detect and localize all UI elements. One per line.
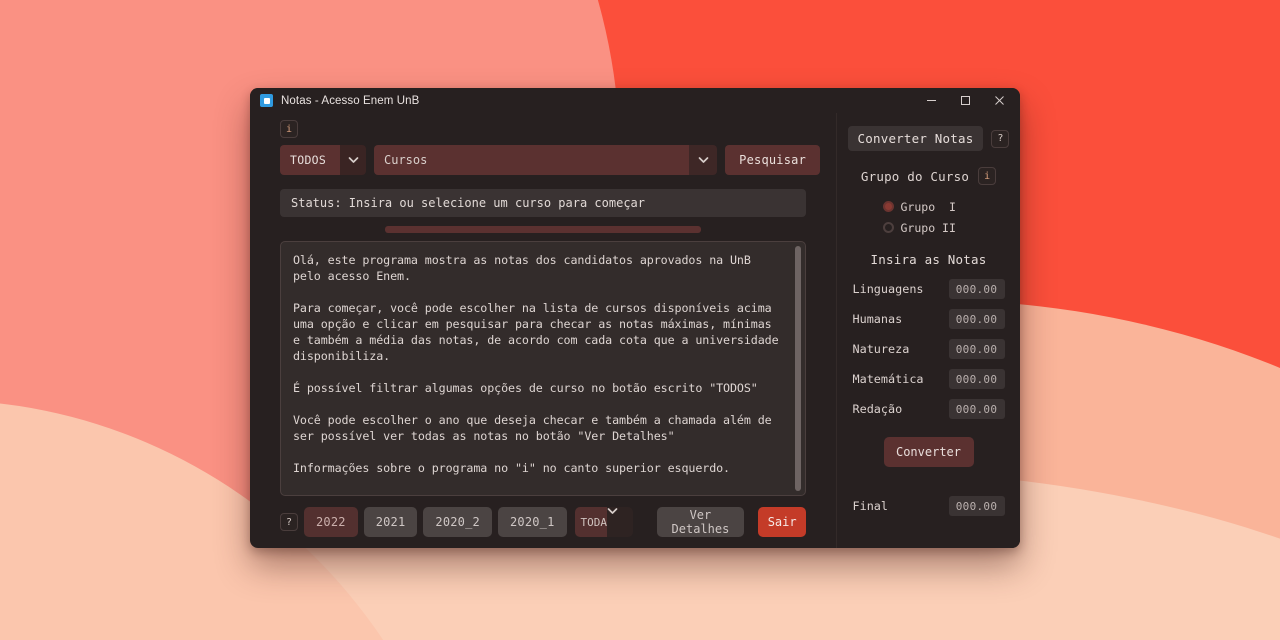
year-button-2021[interactable]: 2021: [363, 507, 418, 537]
info-icon-button[interactable]: i: [280, 120, 298, 138]
window-title: Notas - Acesso Enem UnB: [281, 94, 420, 107]
convert-notes-title: Converter Notas: [847, 126, 984, 151]
note-row-linguagens: Linguagens 000.00: [853, 279, 1005, 299]
note-input-redacao[interactable]: 000.00: [948, 399, 1005, 419]
note-row-final: Final 000.00: [853, 496, 1005, 516]
search-button[interactable]: Pesquisar: [725, 145, 820, 175]
convert-header: Converter Notas ?: [847, 126, 1010, 151]
app-window-icon: [260, 94, 273, 107]
radio-selected-icon: [882, 201, 894, 212]
note-output-final: 000.00: [948, 496, 1005, 516]
radio-grupo-1[interactable]: Grupo I: [882, 196, 989, 217]
note-label-linguagens: Linguagens: [852, 282, 924, 296]
content-text: Olá, este programa mostra as notas dos c…: [293, 253, 779, 475]
note-row-natureza: Natureza 000.00: [853, 339, 1005, 359]
close-icon[interactable]: [982, 88, 1016, 113]
maximize-icon[interactable]: [948, 88, 982, 113]
grupo-header: Grupo do Curso i: [860, 167, 997, 185]
note-label-final: Final: [852, 499, 889, 513]
note-input-humanas[interactable]: 000.00: [948, 309, 1005, 329]
year-button-2022[interactable]: 2022: [304, 507, 358, 537]
window-controls: [914, 88, 1020, 113]
insira-notas-title: Insira as Notas: [870, 252, 987, 267]
course-dropdown[interactable]: Cursos: [374, 145, 718, 175]
title-bar[interactable]: Notas - Acesso Enem UnB: [250, 88, 1020, 113]
converter-button[interactable]: Converter: [883, 437, 974, 467]
radio-grupo-1-label: Grupo I: [900, 199, 956, 214]
chevron-down-icon: [606, 507, 633, 537]
year-button-2020-2[interactable]: 2020_2: [423, 507, 492, 537]
chamada-dropdown-value: TODA: [574, 507, 607, 537]
chevron-down-icon: [689, 145, 718, 175]
sidebar-panel: Converter Notas ? Grupo do Curso i Grupo…: [836, 113, 1020, 548]
filter-dropdown-value: TODOS: [280, 145, 340, 175]
info-row: i: [266, 113, 820, 145]
year-button-2020-1[interactable]: 2020_1: [497, 507, 567, 537]
note-input-matematica[interactable]: 000.00: [948, 369, 1005, 389]
bottom-toolbar: ? 2022 2021 2020_2 2020_1 TODA Ver Detal…: [266, 496, 820, 548]
note-row-matematica: Matemática 000.00: [853, 369, 1005, 389]
progress-bar-wrap: [266, 217, 820, 241]
content-text-area[interactable]: Olá, este programa mostra as notas dos c…: [280, 241, 806, 496]
convert-help-icon-button[interactable]: ?: [991, 129, 1010, 148]
exit-button[interactable]: Sair: [758, 507, 806, 537]
chevron-down-icon: [340, 145, 366, 175]
radio-grupo-2-label: Grupo II: [900, 220, 956, 235]
radio-grupo-2[interactable]: Grupo II: [882, 217, 989, 238]
minimize-icon[interactable]: [914, 88, 948, 113]
search-row: TODOS Cursos Pesquisar: [266, 145, 820, 175]
radio-unselected-icon: [882, 222, 894, 233]
note-input-natureza[interactable]: 000.00: [948, 339, 1005, 359]
note-row-redacao: Redação 000.00: [853, 399, 1005, 419]
status-bar: Status: Insira ou selecione um curso par…: [280, 189, 806, 217]
chamada-dropdown[interactable]: TODA: [574, 507, 633, 537]
note-row-humanas: Humanas 000.00: [853, 309, 1005, 329]
window-body: i TODOS Cursos Pesquisar Status: Insira …: [250, 113, 1020, 548]
note-label-humanas: Humanas: [852, 312, 903, 326]
note-label-natureza: Natureza: [852, 342, 910, 356]
course-dropdown-value[interactable]: Cursos: [374, 145, 690, 175]
desktop-wallpaper: Notas - Acesso Enem UnB i TODOS Cursos P…: [0, 0, 1280, 640]
note-label-redacao: Redação: [852, 402, 903, 416]
note-input-linguagens[interactable]: 000.00: [948, 279, 1005, 299]
text-area-scrollbar[interactable]: [795, 246, 801, 491]
filter-dropdown[interactable]: TODOS: [280, 145, 366, 175]
view-details-button[interactable]: Ver Detalhes: [656, 507, 745, 537]
main-panel: i TODOS Cursos Pesquisar Status: Insira …: [250, 113, 836, 548]
help-icon-button[interactable]: ?: [280, 513, 298, 531]
progress-bar: [385, 225, 701, 233]
grupo-label: Grupo do Curso: [860, 168, 970, 184]
grupo-info-icon-button[interactable]: i: [978, 167, 997, 185]
app-window: Notas - Acesso Enem UnB i TODOS Cursos P…: [250, 88, 1020, 548]
note-label-matematica: Matemática: [852, 372, 924, 386]
